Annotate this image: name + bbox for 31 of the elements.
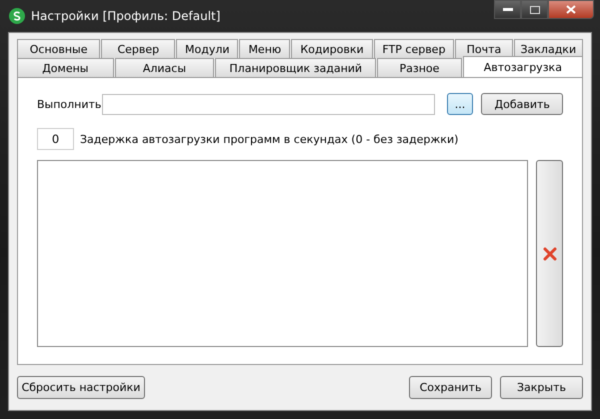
dismiss-button[interactable]: Закрыть <box>500 376 583 399</box>
tab[interactable]: Основные <box>17 39 100 58</box>
delay-field[interactable]: 0 <box>37 128 74 150</box>
tab[interactable]: Автозагрузка <box>462 56 583 77</box>
tab[interactable]: Разное <box>377 58 462 77</box>
close-button[interactable] <box>548 0 594 19</box>
command-field[interactable] <box>102 94 435 114</box>
tab[interactable]: Почта <box>455 39 513 58</box>
tab[interactable]: Сервер <box>101 39 176 58</box>
tab[interactable]: Модули <box>176 39 238 58</box>
close-icon <box>566 5 576 14</box>
window-title: Настройки [Профиль: Default] <box>31 9 220 23</box>
tab[interactable]: Алиасы <box>114 58 214 77</box>
add-button[interactable]: Добавить <box>481 93 563 115</box>
delete-button[interactable] <box>536 160 563 347</box>
delete-icon <box>542 246 557 260</box>
delay-label: Задержка автозагрузки программ в секундах (0 - без задержки) <box>80 132 458 146</box>
maximize-button[interactable] <box>521 0 548 19</box>
tab[interactable]: Домены <box>17 58 114 77</box>
app-icon <box>9 8 25 24</box>
run-label: Выполнить <box>37 98 102 110</box>
tab[interactable]: FTP сервер <box>374 39 454 58</box>
save-button[interactable]: Сохранить <box>409 376 492 399</box>
browse-button[interactable]: ... <box>446 93 474 115</box>
tab[interactable]: Меню <box>239 39 290 58</box>
maximize-icon <box>530 6 540 14</box>
reset-button[interactable]: Сбросить настройки <box>17 376 145 399</box>
minimize-button[interactable] <box>494 0 521 19</box>
tab[interactable]: Кодировки <box>291 39 373 58</box>
tab[interactable]: Планировщик заданий <box>215 58 376 77</box>
minimize-icon <box>502 8 512 12</box>
